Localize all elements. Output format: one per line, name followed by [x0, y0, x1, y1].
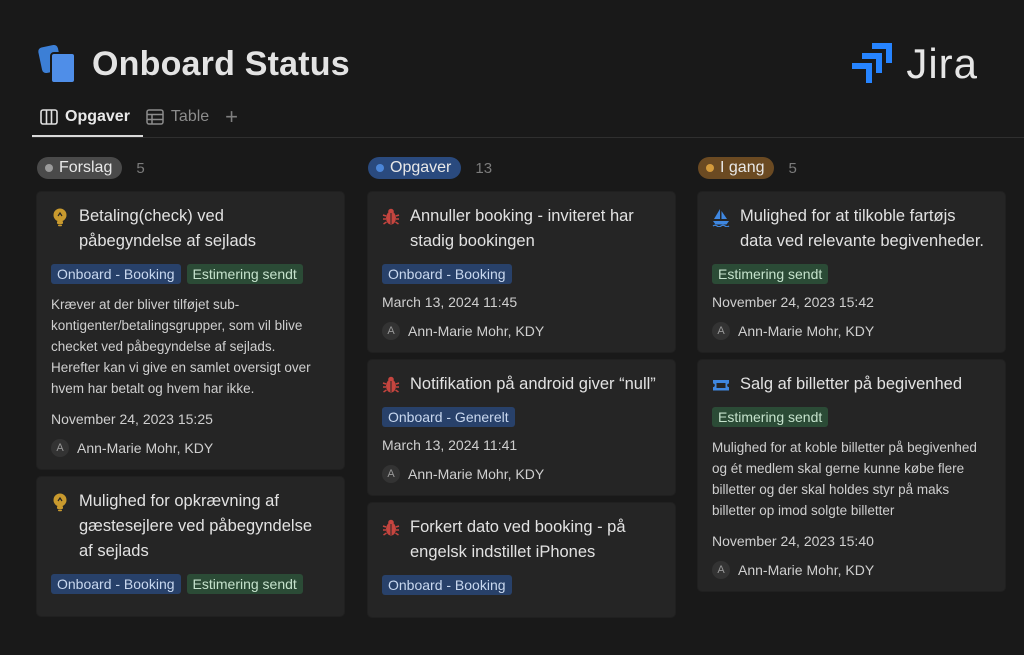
status-name: I gang	[720, 159, 765, 176]
bug-icon	[382, 208, 400, 225]
board-icon	[40, 109, 58, 125]
tag: Estimering sendt	[186, 574, 303, 594]
avatar: A	[712, 561, 730, 579]
tab-opgaver[interactable]: Opgaver	[32, 103, 138, 131]
column-count: 5	[136, 159, 145, 177]
status-pill[interactable]: I gang	[698, 157, 775, 179]
card[interactable]: Annuller booking - inviteret har stadig …	[368, 192, 675, 352]
tag: Estimering sendt	[712, 264, 829, 284]
card-person: A Ann-Marie Mohr, KDY	[712, 322, 991, 340]
column-opgaver: Opgaver 13 Annuller booking - inviteret …	[368, 156, 675, 625]
column-header: Forslag 5	[37, 156, 344, 180]
card-date: March 13, 2024 11:45	[382, 294, 518, 310]
add-view-button[interactable]: +	[217, 103, 246, 131]
tag: Onboard - Booking	[51, 574, 181, 594]
card[interactable]: Notifikation på android giver “null” Onb…	[368, 360, 675, 495]
card-title: Mulighed for opkrævning af gæstesejlere …	[51, 489, 330, 564]
card-date: March 13, 2024 11:41	[382, 437, 518, 453]
tag: Onboard - Booking	[382, 575, 512, 595]
card-person: A Ann-Marie Mohr, KDY	[382, 465, 661, 483]
card-description: Kræver at der bliver tilføjet sub-kontig…	[51, 297, 311, 396]
card-person: A Ann-Marie Mohr, KDY	[51, 439, 330, 457]
tag: Estimering sendt	[712, 407, 829, 427]
status-name: Forslag	[59, 159, 113, 176]
column-forslag: Forslag 5 Betaling(check) ved påbegyndel…	[37, 156, 344, 624]
card-person: A Ann-Marie Mohr, KDY	[712, 561, 991, 579]
avatar: A	[382, 465, 400, 483]
tabs-divider	[32, 137, 1024, 138]
card-date: November 24, 2023 15:40	[712, 533, 874, 549]
tab-table[interactable]: Table	[138, 103, 217, 131]
avatar: A	[712, 322, 730, 340]
card[interactable]: Mulighed for opkrævning af gæstesejlere …	[37, 477, 344, 616]
column-count: 13	[475, 159, 493, 177]
tag: Onboard - Booking	[51, 264, 181, 284]
column-count: 5	[788, 159, 797, 177]
column-i-gang: I gang 5 Mulighed for at tilkoble fartøj…	[698, 156, 1005, 599]
bug-icon	[382, 519, 400, 536]
tab-label: Table	[170, 108, 210, 125]
avatar: A	[382, 322, 400, 340]
card-description: Mulighed for at koble billetter på begiv…	[712, 440, 977, 518]
column-header: I gang 5	[698, 156, 1005, 180]
tag-list: Onboard - Generelt	[382, 407, 661, 427]
column-header: Opgaver 13	[368, 156, 675, 180]
tag-list: Estimering sendt	[712, 264, 991, 284]
card-title: Mulighed for at tilkoble fartøjs data ve…	[712, 204, 991, 254]
tab-label: Opgaver	[65, 108, 130, 125]
card[interactable]: Mulighed for at tilkoble fartøjs data ve…	[698, 192, 1005, 352]
card-title: Salg af billetter på begivenhed	[712, 372, 991, 397]
jira-wordmark: Jira	[906, 40, 978, 87]
status-dot	[706, 164, 714, 172]
avatar: A	[51, 439, 69, 457]
lightbulb-icon	[53, 208, 67, 227]
board-page: Onboard Status Jira Opgaver Table + Fors…	[0, 0, 1024, 655]
status-pill[interactable]: Opgaver	[368, 157, 462, 179]
card-title: Annuller booking - inviteret har stadig …	[382, 204, 661, 254]
status-dot	[45, 164, 53, 172]
ticket-icon	[713, 380, 729, 391]
card-title: Notifikation på android giver “null”	[382, 372, 661, 397]
status-name: Opgaver	[390, 159, 452, 176]
jira-logo: Jira	[850, 40, 978, 88]
card[interactable]: Forkert dato ved booking - på engelsk in…	[368, 503, 675, 617]
tag-list: Onboard - Booking Estimering sendt	[51, 264, 330, 284]
tag-list: Estimering sendt	[712, 407, 991, 427]
tag: Estimering sendt	[186, 264, 303, 284]
card-date: November 24, 2023 15:42	[712, 294, 874, 310]
card-person: A Ann-Marie Mohr, KDY	[382, 322, 661, 340]
card-title: Forkert dato ved booking - på engelsk in…	[382, 515, 661, 565]
tag-list: Onboard - Booking Estimering sendt	[51, 574, 330, 594]
card[interactable]: Betaling(check) ved påbegyndelse af sejl…	[37, 192, 344, 469]
view-tabs: Opgaver Table +	[32, 102, 246, 132]
lightbulb-icon	[53, 493, 67, 512]
table-icon	[146, 109, 164, 125]
page-title[interactable]: Onboard Status	[92, 45, 350, 84]
page-icon[interactable]	[37, 44, 76, 84]
jira-mark-icon	[852, 43, 893, 83]
page-header: Onboard Status	[37, 36, 350, 92]
status-dot	[376, 164, 384, 172]
tag: Onboard - Generelt	[382, 407, 515, 427]
card[interactable]: Salg af billetter på begivenhed Estimeri…	[698, 360, 1005, 591]
bug-icon	[382, 376, 400, 393]
tag: Onboard - Booking	[382, 264, 512, 284]
tag-list: Onboard - Booking	[382, 264, 661, 284]
tag-list: Onboard - Booking	[382, 575, 661, 595]
card-title: Betaling(check) ved påbegyndelse af sejl…	[51, 204, 330, 254]
card-date: November 24, 2023 15:25	[51, 411, 213, 427]
ship-icon	[712, 209, 730, 227]
status-pill[interactable]: Forslag	[37, 157, 123, 179]
